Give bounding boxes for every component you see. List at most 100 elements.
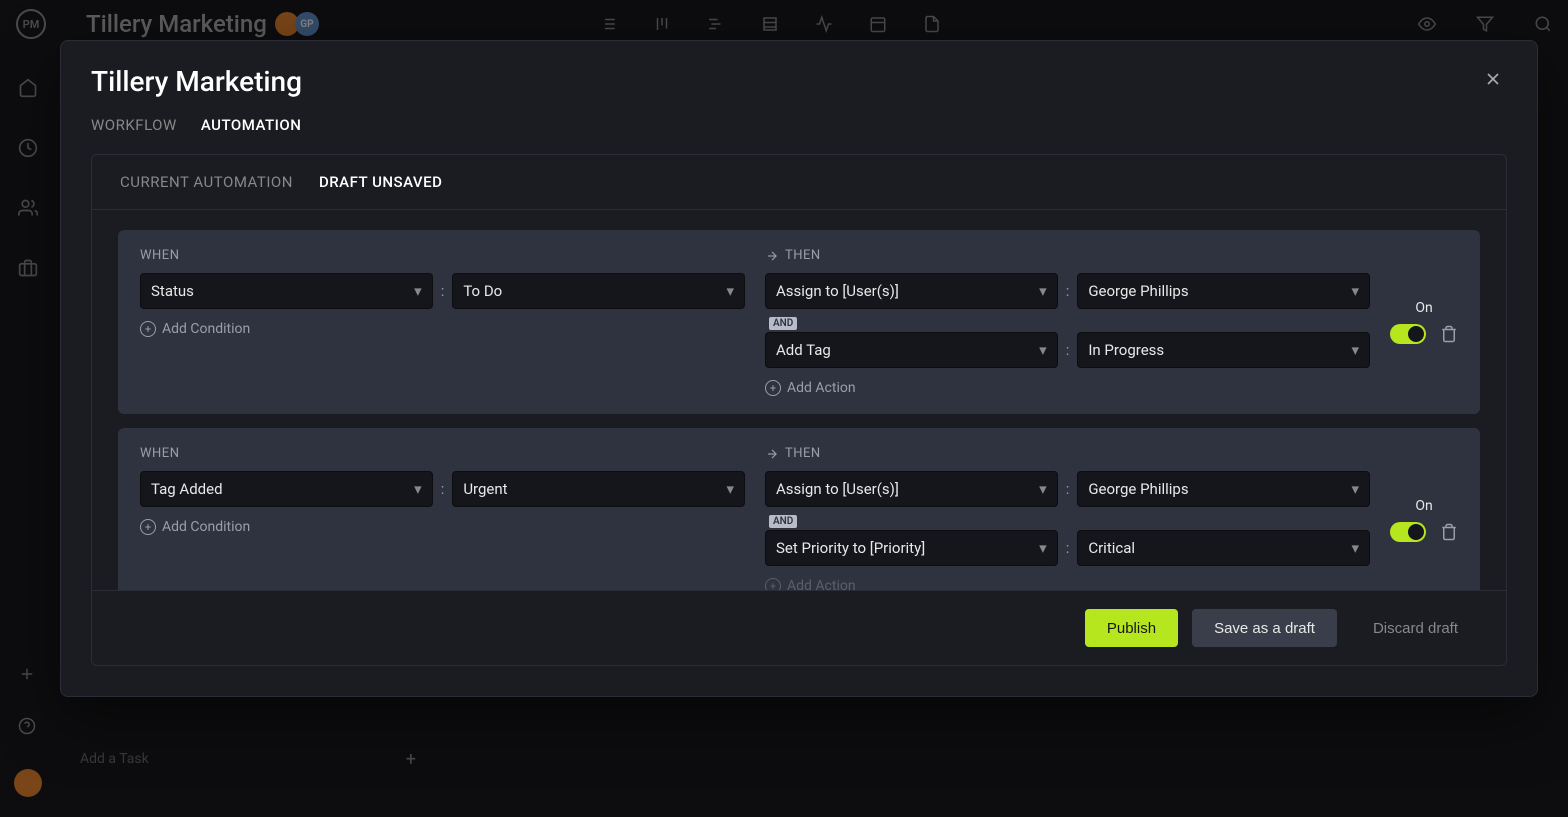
select-value: Critical (1088, 539, 1135, 557)
help-icon[interactable] (18, 717, 38, 737)
arrow-right-icon (765, 249, 779, 263)
plus-circle-icon: + (140, 321, 156, 337)
automation-panel: CURRENT AUTOMATION DRAFT UNSAVED WHEN St… (91, 154, 1507, 666)
discard-draft-button[interactable]: Discard draft (1351, 609, 1480, 647)
add-action-label: Add Action (787, 380, 856, 396)
chevron-down-icon: ▾ (726, 282, 734, 300)
add-task-bar[interactable]: Add a Task + (68, 741, 428, 777)
action-value-select[interactable]: George Phillips ▾ (1077, 273, 1370, 309)
app-title: Tillery Marketing (86, 10, 267, 38)
activity-icon[interactable] (815, 15, 833, 33)
action-select[interactable]: Set Priority to [Priority] ▾ (765, 530, 1058, 566)
rule-controls: On (1390, 248, 1458, 396)
avatar-stack: GP (279, 12, 319, 36)
file-icon[interactable] (923, 15, 941, 33)
select-value: Set Priority to [Priority] (776, 539, 925, 557)
team-icon[interactable] (18, 198, 38, 218)
calendar-icon[interactable] (869, 15, 887, 33)
search-icon[interactable] (1534, 15, 1552, 33)
colon: : (1066, 539, 1070, 557)
delete-rule-button[interactable] (1440, 523, 1458, 541)
plus-circle-icon: + (765, 578, 781, 590)
rule-card: WHEN Tag Added ▾ : Urgent ▾ + (118, 428, 1480, 590)
action-value-select[interactable]: Critical ▾ (1077, 530, 1370, 566)
then-label: THEN (765, 446, 1370, 461)
when-value-select[interactable]: To Do ▾ (452, 273, 745, 309)
colon: : (441, 480, 445, 498)
home-icon[interactable] (18, 78, 38, 98)
side-nav (0, 48, 56, 817)
select-value: Assign to [User(s)] (776, 480, 899, 498)
when-label: WHEN (140, 446, 745, 461)
add-condition-button[interactable]: + Add Condition (140, 519, 745, 535)
plus-circle-icon: + (140, 519, 156, 535)
add-condition-label: Add Condition (162, 519, 250, 535)
rule-toggle[interactable] (1390, 324, 1426, 344)
action-value-select[interactable]: George Phillips ▾ (1077, 471, 1370, 507)
then-label: THEN (765, 248, 1370, 263)
rule-toggle[interactable] (1390, 522, 1426, 542)
chevron-down-icon: ▾ (1351, 480, 1359, 498)
clock-icon[interactable] (18, 138, 38, 158)
header-right (1418, 15, 1552, 33)
avatar[interactable]: GP (295, 12, 319, 36)
action-select[interactable]: Assign to [User(s)] ▾ (765, 471, 1058, 507)
filter-icon[interactable] (1476, 15, 1494, 33)
colon: : (441, 282, 445, 300)
gantt-icon[interactable] (707, 15, 725, 33)
app-logo: PM (16, 9, 46, 39)
publish-button[interactable]: Publish (1085, 609, 1178, 647)
toggle-label: On (1415, 498, 1432, 514)
add-action-button[interactable]: + Add Action (765, 578, 1370, 590)
list-icon[interactable] (599, 15, 617, 33)
save-draft-button[interactable]: Save as a draft (1192, 609, 1337, 647)
plus-icon: + (406, 749, 416, 770)
when-label: WHEN (140, 248, 745, 263)
when-value-select[interactable]: Urgent ▾ (452, 471, 745, 507)
sheet-icon[interactable] (761, 15, 779, 33)
rule-card: WHEN Status ▾ : To Do ▾ + (118, 230, 1480, 414)
eye-icon[interactable] (1418, 15, 1436, 33)
select-value: George Phillips (1088, 480, 1188, 498)
rule-when-column: WHEN Status ▾ : To Do ▾ + (140, 248, 745, 396)
plus-icon[interactable] (18, 665, 38, 685)
select-value: Urgent (463, 480, 507, 498)
tab-workflow[interactable]: WORKFLOW (91, 116, 177, 134)
and-badge: AND (769, 317, 797, 330)
briefcase-icon[interactable] (18, 258, 38, 278)
chevron-down-icon: ▾ (726, 480, 734, 498)
rule-when-column: WHEN Tag Added ▾ : Urgent ▾ + (140, 446, 745, 590)
select-value: Status (151, 282, 194, 300)
select-value: George Phillips (1088, 282, 1188, 300)
plus-circle-icon: + (765, 380, 781, 396)
chevron-down-icon: ▾ (414, 282, 422, 300)
action-select[interactable]: Assign to [User(s)] ▾ (765, 273, 1058, 309)
rules-scroll[interactable]: WHEN Status ▾ : To Do ▾ + (92, 210, 1506, 590)
user-avatar[interactable] (14, 769, 42, 797)
arrow-right-icon (765, 447, 779, 461)
action-select[interactable]: Add Tag ▾ (765, 332, 1058, 368)
rule-controls: On (1390, 446, 1458, 590)
add-action-label: Add Action (787, 578, 856, 590)
chevron-down-icon: ▾ (1351, 539, 1359, 557)
panel-footer: Publish Save as a draft Discard draft (92, 590, 1506, 665)
tab-automation[interactable]: AUTOMATION (201, 116, 302, 134)
colon: : (1066, 341, 1070, 359)
colon: : (1066, 282, 1070, 300)
delete-rule-button[interactable] (1440, 325, 1458, 343)
when-field-select[interactable]: Status ▾ (140, 273, 433, 309)
tab-draft-unsaved[interactable]: DRAFT UNSAVED (319, 173, 442, 191)
chevron-down-icon: ▾ (1039, 282, 1047, 300)
when-field-select[interactable]: Tag Added ▾ (140, 471, 433, 507)
tab-current-automation[interactable]: CURRENT AUTOMATION (120, 173, 293, 191)
automation-modal: Tillery Marketing WORKFLOW AUTOMATION CU… (60, 40, 1538, 697)
action-value-select[interactable]: In Progress ▾ (1077, 332, 1370, 368)
chevron-down-icon: ▾ (1039, 539, 1047, 557)
rule-then-column: THEN Assign to [User(s)] ▾ : George Phil… (765, 446, 1370, 590)
close-button[interactable] (1479, 65, 1507, 93)
add-condition-button[interactable]: + Add Condition (140, 321, 745, 337)
board-icon[interactable] (653, 15, 671, 33)
chevron-down-icon: ▾ (1039, 480, 1047, 498)
add-action-button[interactable]: + Add Action (765, 380, 1370, 396)
select-value: To Do (463, 282, 502, 300)
